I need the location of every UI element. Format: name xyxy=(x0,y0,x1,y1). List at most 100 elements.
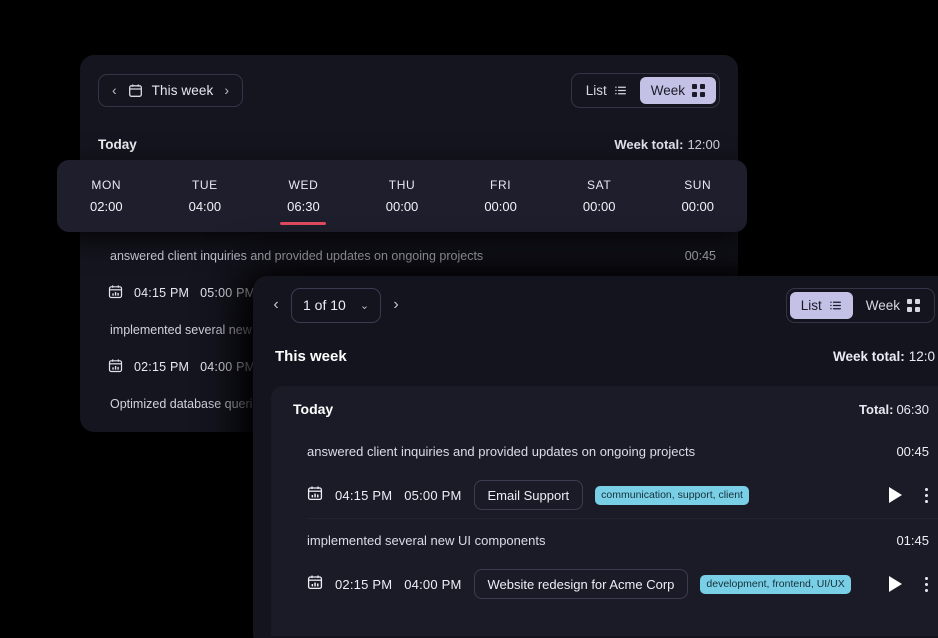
day-total-label: Total: xyxy=(859,401,894,417)
tab-week-view[interactable]: Week xyxy=(855,292,931,319)
entry-description-row: answered client inquiries and provided u… xyxy=(271,430,938,472)
day-total: 00:00 xyxy=(385,199,419,214)
day-total: 00:00 xyxy=(681,199,715,214)
entry-start-time[interactable]: 04:15 PM xyxy=(134,286,189,300)
calendar-chart-icon xyxy=(108,284,123,302)
day-group-card: Today Total: 06:30 answered client inquir… xyxy=(271,386,938,636)
week-day-mon[interactable]: MON 02:00 xyxy=(57,160,156,232)
day-total: 00:00 xyxy=(484,199,517,214)
week-total-label: Week total: xyxy=(614,136,684,152)
day-total: 00:00 xyxy=(582,199,616,214)
entry-start-time[interactable]: 04:15 PM xyxy=(335,488,392,503)
week-view-label: Week xyxy=(650,82,685,98)
list-icon xyxy=(829,299,842,312)
week-total: Week total: 12:0 xyxy=(833,349,935,364)
entry-description-row: implemented several new UI components 01… xyxy=(271,519,938,561)
entry-duration: 00:45 xyxy=(684,249,716,263)
view-mode-toggle: List Week xyxy=(570,72,720,108)
week-total-value: 12:0 xyxy=(908,348,935,364)
week-total-label: Week total: xyxy=(832,348,905,364)
tab-list-view[interactable]: List xyxy=(789,291,853,319)
page-navigation: ‹ 1 of 10 ⌄ › xyxy=(267,287,405,323)
section-title: Today xyxy=(98,136,137,152)
week-range-selector[interactable]: ‹ This week › xyxy=(98,73,244,107)
list-icon xyxy=(614,84,627,97)
entry-description: Optimized database queries xyxy=(110,397,266,411)
entry-end-time[interactable]: 05:00 PM xyxy=(404,488,461,503)
week-day-strip: MON 02:00 TUE 04:00 WED 06:30 THU 00:00 … xyxy=(57,160,747,232)
kebab-menu-icon[interactable] xyxy=(922,574,931,595)
day-name: THU xyxy=(388,178,416,192)
entry-project[interactable]: Email Support xyxy=(473,480,584,510)
calendar-chart-icon xyxy=(307,574,323,595)
calendar-chart-icon xyxy=(307,485,323,506)
play-icon[interactable] xyxy=(889,487,902,503)
day-total: 04:00 xyxy=(188,199,222,214)
day-group-total: Total: 06:30 xyxy=(859,402,929,417)
list-view-toolbar: ‹ 1 of 10 ⌄ › List Week xyxy=(253,276,938,334)
day-total-value: 06:30 xyxy=(896,401,929,417)
entry-project[interactable]: Website redesign for Acme Corp xyxy=(473,569,689,599)
week-day-wed[interactable]: WED 06:30 xyxy=(254,160,353,232)
list-section-header: This week Week total: 12:0 xyxy=(253,334,938,378)
page-select[interactable]: 1 of 10 ⌄ xyxy=(291,287,382,323)
entry-actions xyxy=(889,485,931,506)
entry-tags[interactable]: development, frontend, UI/UX xyxy=(700,574,851,594)
previous-page-button[interactable]: ‹ xyxy=(267,297,285,313)
entry-end-time[interactable]: 05:00 PM xyxy=(200,286,255,300)
entry-description-row: answered client inquiries and provided u… xyxy=(80,239,738,273)
list-view-label: List xyxy=(800,297,822,313)
day-total: 06:30 xyxy=(287,199,320,214)
tab-week-view[interactable]: Week xyxy=(639,76,716,104)
calendar-chart-icon xyxy=(108,358,123,376)
entry-start-time[interactable]: 02:15 PM xyxy=(134,360,189,374)
day-name: SUN xyxy=(684,178,712,192)
next-week-button[interactable]: › xyxy=(222,83,231,97)
day-group-header: Today Total: 06:30 xyxy=(271,388,938,430)
week-total-value: 12:00 xyxy=(687,136,720,152)
entry-tags[interactable]: communication, support, client xyxy=(595,485,749,505)
week-day-sat[interactable]: SAT 00:00 xyxy=(550,160,649,232)
day-name: MON xyxy=(91,178,122,192)
day-total: 02:00 xyxy=(90,199,123,214)
entry-end-time[interactable]: 04:00 PM xyxy=(404,577,461,592)
week-day-fri[interactable]: FRI 00:00 xyxy=(451,160,550,232)
play-icon[interactable] xyxy=(889,576,902,592)
chevron-down-icon: ⌄ xyxy=(359,299,370,312)
day-name: TUE xyxy=(191,178,218,192)
entry-description: answered client inquiries and provided u… xyxy=(110,249,484,263)
day-name: FRI xyxy=(490,178,512,192)
calendar-icon xyxy=(128,83,143,98)
week-view-label: Week xyxy=(865,297,900,313)
grid-icon xyxy=(692,83,705,97)
entry-actions xyxy=(889,574,931,595)
day-name: SAT xyxy=(587,178,612,192)
week-day-thu[interactable]: THU 00:00 xyxy=(353,160,452,232)
day-group-title: Today xyxy=(293,401,334,417)
time-entry-row[interactable]: answered client inquiries and provided u… xyxy=(271,430,938,518)
next-page-button[interactable]: › xyxy=(387,297,405,313)
list-view-window: ‹ 1 of 10 ⌄ › List Week This week Week t… xyxy=(253,276,938,638)
entry-meta-row: 04:15 PM 05:00 PM Email Support communic… xyxy=(271,472,938,518)
tab-list-view[interactable]: List xyxy=(575,77,638,104)
list-view-label: List xyxy=(585,82,607,98)
week-day-sun[interactable]: SUN 00:00 xyxy=(648,160,747,232)
previous-week-button[interactable]: ‹ xyxy=(110,83,119,97)
time-entry-row[interactable]: implemented several new UI components 01… xyxy=(271,519,938,607)
view-mode-toggle: List Week xyxy=(785,287,935,323)
day-name: WED xyxy=(288,178,319,192)
entry-duration: 00:45 xyxy=(896,443,929,459)
page-title: This week xyxy=(275,347,347,365)
entry-meta-row: 02:15 PM 04:00 PM Website redesign for A… xyxy=(271,561,938,607)
entry-description: answered client inquiries and provided u… xyxy=(307,443,696,459)
week-view-toolbar: ‹ This week › List Week xyxy=(80,55,738,125)
screen: ‹ This week › List Week Today Week total… xyxy=(0,0,938,638)
grid-icon xyxy=(907,298,920,312)
entry-duration: 01:45 xyxy=(896,532,929,548)
week-day-tue[interactable]: TUE 04:00 xyxy=(156,160,255,232)
entry-start-time[interactable]: 02:15 PM xyxy=(335,577,392,592)
today-indicator xyxy=(280,222,327,225)
kebab-menu-icon[interactable] xyxy=(922,485,931,506)
entry-description: implemented several new UI components xyxy=(307,532,546,548)
entry-end-time[interactable]: 04:00 PM xyxy=(200,360,255,374)
